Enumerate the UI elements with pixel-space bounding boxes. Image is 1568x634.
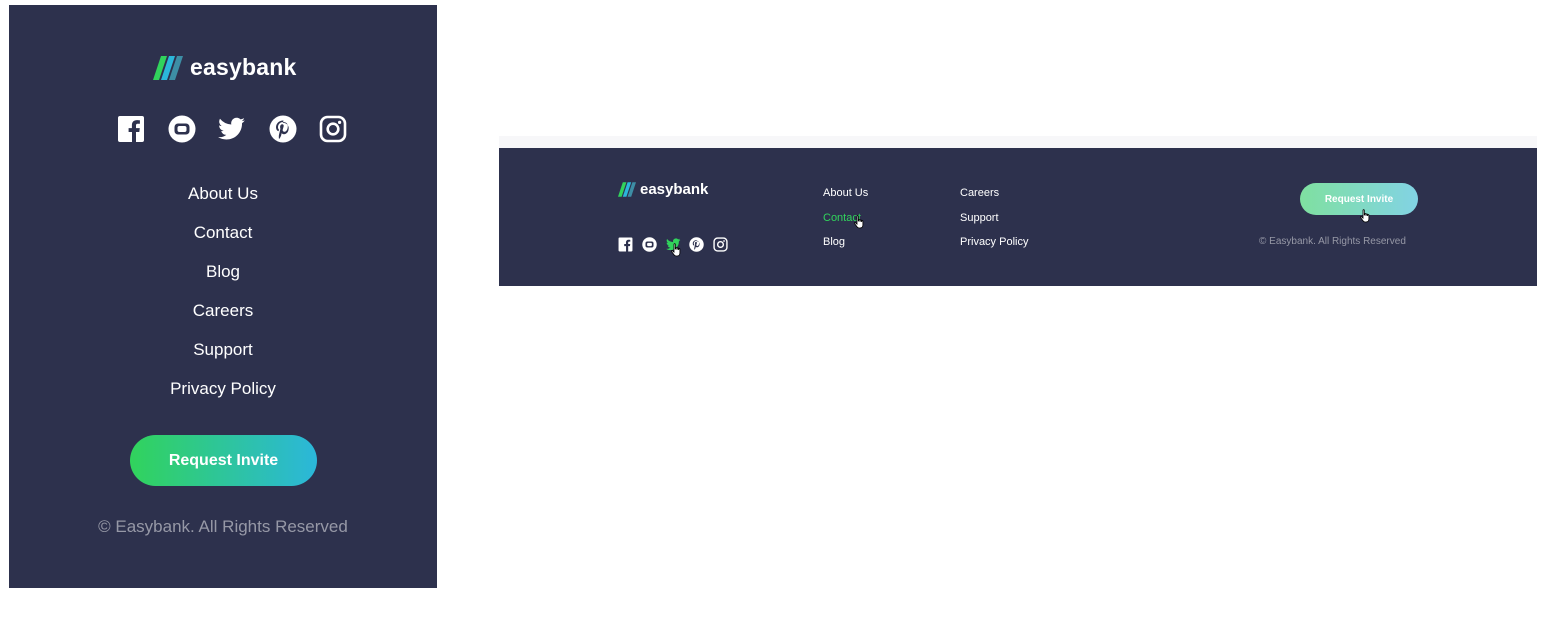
footer-link-support[interactable]: Support xyxy=(9,337,437,376)
logo[interactable]: easybank xyxy=(153,54,296,81)
instagram-icon[interactable] xyxy=(319,115,347,143)
facebook-icon[interactable] xyxy=(117,115,145,143)
facebook-icon[interactable] xyxy=(618,237,633,252)
logo-wordmark: easybank xyxy=(640,181,709,198)
logo-mark-icon xyxy=(153,55,183,80)
footer-link-blog[interactable]: Blog xyxy=(823,235,868,260)
footer-nav-col-2: Careers Support Privacy Policy xyxy=(960,186,1028,260)
request-invite-button[interactable]: Request Invite xyxy=(130,435,317,486)
footer-link-about[interactable]: About Us xyxy=(823,186,868,211)
hand-cursor-icon xyxy=(670,243,681,257)
mobile-footer: easybank About Us Contact Blog Careers S… xyxy=(9,5,437,588)
youtube-icon[interactable] xyxy=(168,115,196,143)
social-links xyxy=(117,115,347,143)
footer-link-contact[interactable]: Contact xyxy=(9,220,437,259)
hand-cursor-icon xyxy=(1359,209,1370,223)
copyright-text: © Easybank. All Rights Reserved xyxy=(1259,236,1406,247)
pinterest-icon[interactable] xyxy=(269,115,297,143)
hand-cursor-icon xyxy=(853,215,864,229)
logo-mark-icon xyxy=(618,182,636,197)
footer-link-careers[interactable]: Careers xyxy=(960,186,1028,211)
instagram-icon[interactable] xyxy=(713,237,728,252)
desktop-footer: easybank About Us Contact Blog Careers S… xyxy=(499,148,1537,286)
copyright-text: © Easybank. All Rights Reserved xyxy=(98,517,348,536)
pinterest-icon[interactable] xyxy=(689,237,704,252)
footer-link-about[interactable]: About Us xyxy=(9,181,437,220)
footer-link-privacy[interactable]: Privacy Policy xyxy=(9,376,437,415)
footer-link-careers[interactable]: Careers xyxy=(9,298,437,337)
footer-link-support[interactable]: Support xyxy=(960,211,1028,236)
page-edge xyxy=(499,136,1537,148)
logo[interactable]: easybank xyxy=(618,181,708,198)
footer-nav: About Us Contact Blog Careers Support Pr… xyxy=(9,181,437,415)
youtube-icon[interactable] xyxy=(642,237,657,252)
twitter-icon[interactable] xyxy=(218,115,246,143)
footer-link-privacy[interactable]: Privacy Policy xyxy=(960,235,1028,260)
footer-link-blog[interactable]: Blog xyxy=(9,259,437,298)
logo-wordmark: easybank xyxy=(190,54,297,80)
